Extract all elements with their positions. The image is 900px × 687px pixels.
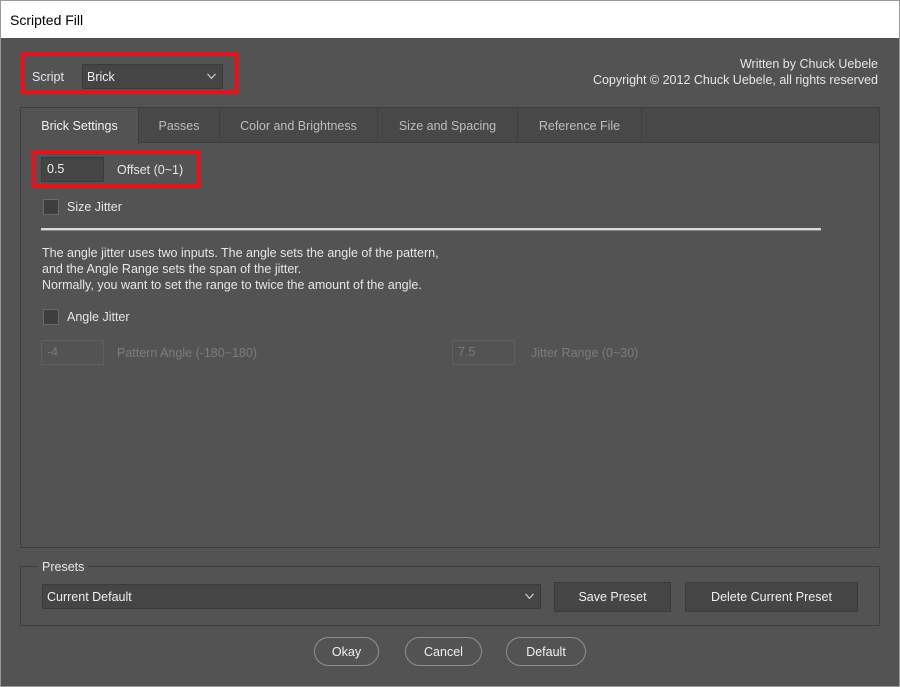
tab-reference-file[interactable]: Reference File <box>518 108 642 143</box>
delete-preset-button[interactable]: Delete Current Preset <box>685 582 858 612</box>
okay-button[interactable]: Okay <box>314 637 379 666</box>
save-preset-button[interactable]: Save Preset <box>554 582 671 612</box>
offset-input[interactable]: 0.5 <box>41 157 104 182</box>
preset-dropdown[interactable]: Current Default <box>42 584 541 609</box>
jitter-range-input[interactable]: 7.5 <box>452 340 515 365</box>
tab-label: Size and Spacing <box>398 118 497 133</box>
cancel-label: Cancel <box>424 644 463 659</box>
size-jitter-label: Size Jitter <box>67 200 122 214</box>
pattern-angle-input[interactable]: -4 <box>41 340 104 365</box>
tab-label: Color and Brightness <box>240 118 357 133</box>
author-credit: Written by Chuck Uebele <box>739 57 878 71</box>
description-line: The angle jitter uses two inputs. The an… <box>42 246 439 260</box>
tab-label: Reference File <box>538 118 621 133</box>
size-jitter-checkbox[interactable] <box>43 199 59 215</box>
tab-label: Brick Settings <box>41 119 118 133</box>
tab-brick-settings[interactable]: Brick Settings <box>21 108 139 144</box>
delete-preset-label: Delete Current Preset <box>711 590 832 604</box>
copyright-text: Copyright © 2012 Chuck Uebele, all right… <box>592 73 878 87</box>
title-bar: Scripted Fill <box>0 0 900 38</box>
cancel-button[interactable]: Cancel <box>405 637 482 666</box>
window-title: Scripted Fill <box>10 12 84 28</box>
description-line: and the Angle Range sets the span of the… <box>42 262 302 276</box>
tab-size-and-spacing[interactable]: Size and Spacing <box>378 108 518 143</box>
tab-color-and-brightness[interactable]: Color and Brightness <box>220 108 378 143</box>
presets-title: Presets <box>38 560 89 574</box>
jitter-range-label: Jitter Range (0~30) <box>531 346 639 360</box>
offset-label: Offset (0~1) <box>117 163 184 177</box>
chevron-down-icon <box>525 593 534 599</box>
angle-jitter-checkbox[interactable] <box>43 309 59 325</box>
preset-dropdown-value: Current Default <box>47 589 132 604</box>
angle-jitter-description: The angle jitter uses two inputs. The an… <box>42 245 439 293</box>
default-label: Default <box>526 644 566 659</box>
angle-jitter-label: Angle Jitter <box>67 310 130 324</box>
default-button[interactable]: Default <box>506 637 586 666</box>
separator-line <box>41 228 821 231</box>
script-dropdown[interactable]: Brick <box>82 64 223 89</box>
script-dropdown-value: Brick <box>87 69 115 84</box>
script-label: Script <box>32 70 64 84</box>
save-preset-label: Save Preset <box>578 590 647 604</box>
tab-passes[interactable]: Passes <box>139 108 220 143</box>
tab-bar: Brick Settings Passes Color and Brightne… <box>21 108 879 144</box>
chevron-down-icon <box>207 73 216 79</box>
tab-label: Passes <box>158 118 200 133</box>
description-line: Normally, you want to set the range to t… <box>42 278 422 292</box>
okay-label: Okay <box>331 644 362 659</box>
pattern-angle-label: Pattern Angle (-180~180) <box>117 346 258 360</box>
